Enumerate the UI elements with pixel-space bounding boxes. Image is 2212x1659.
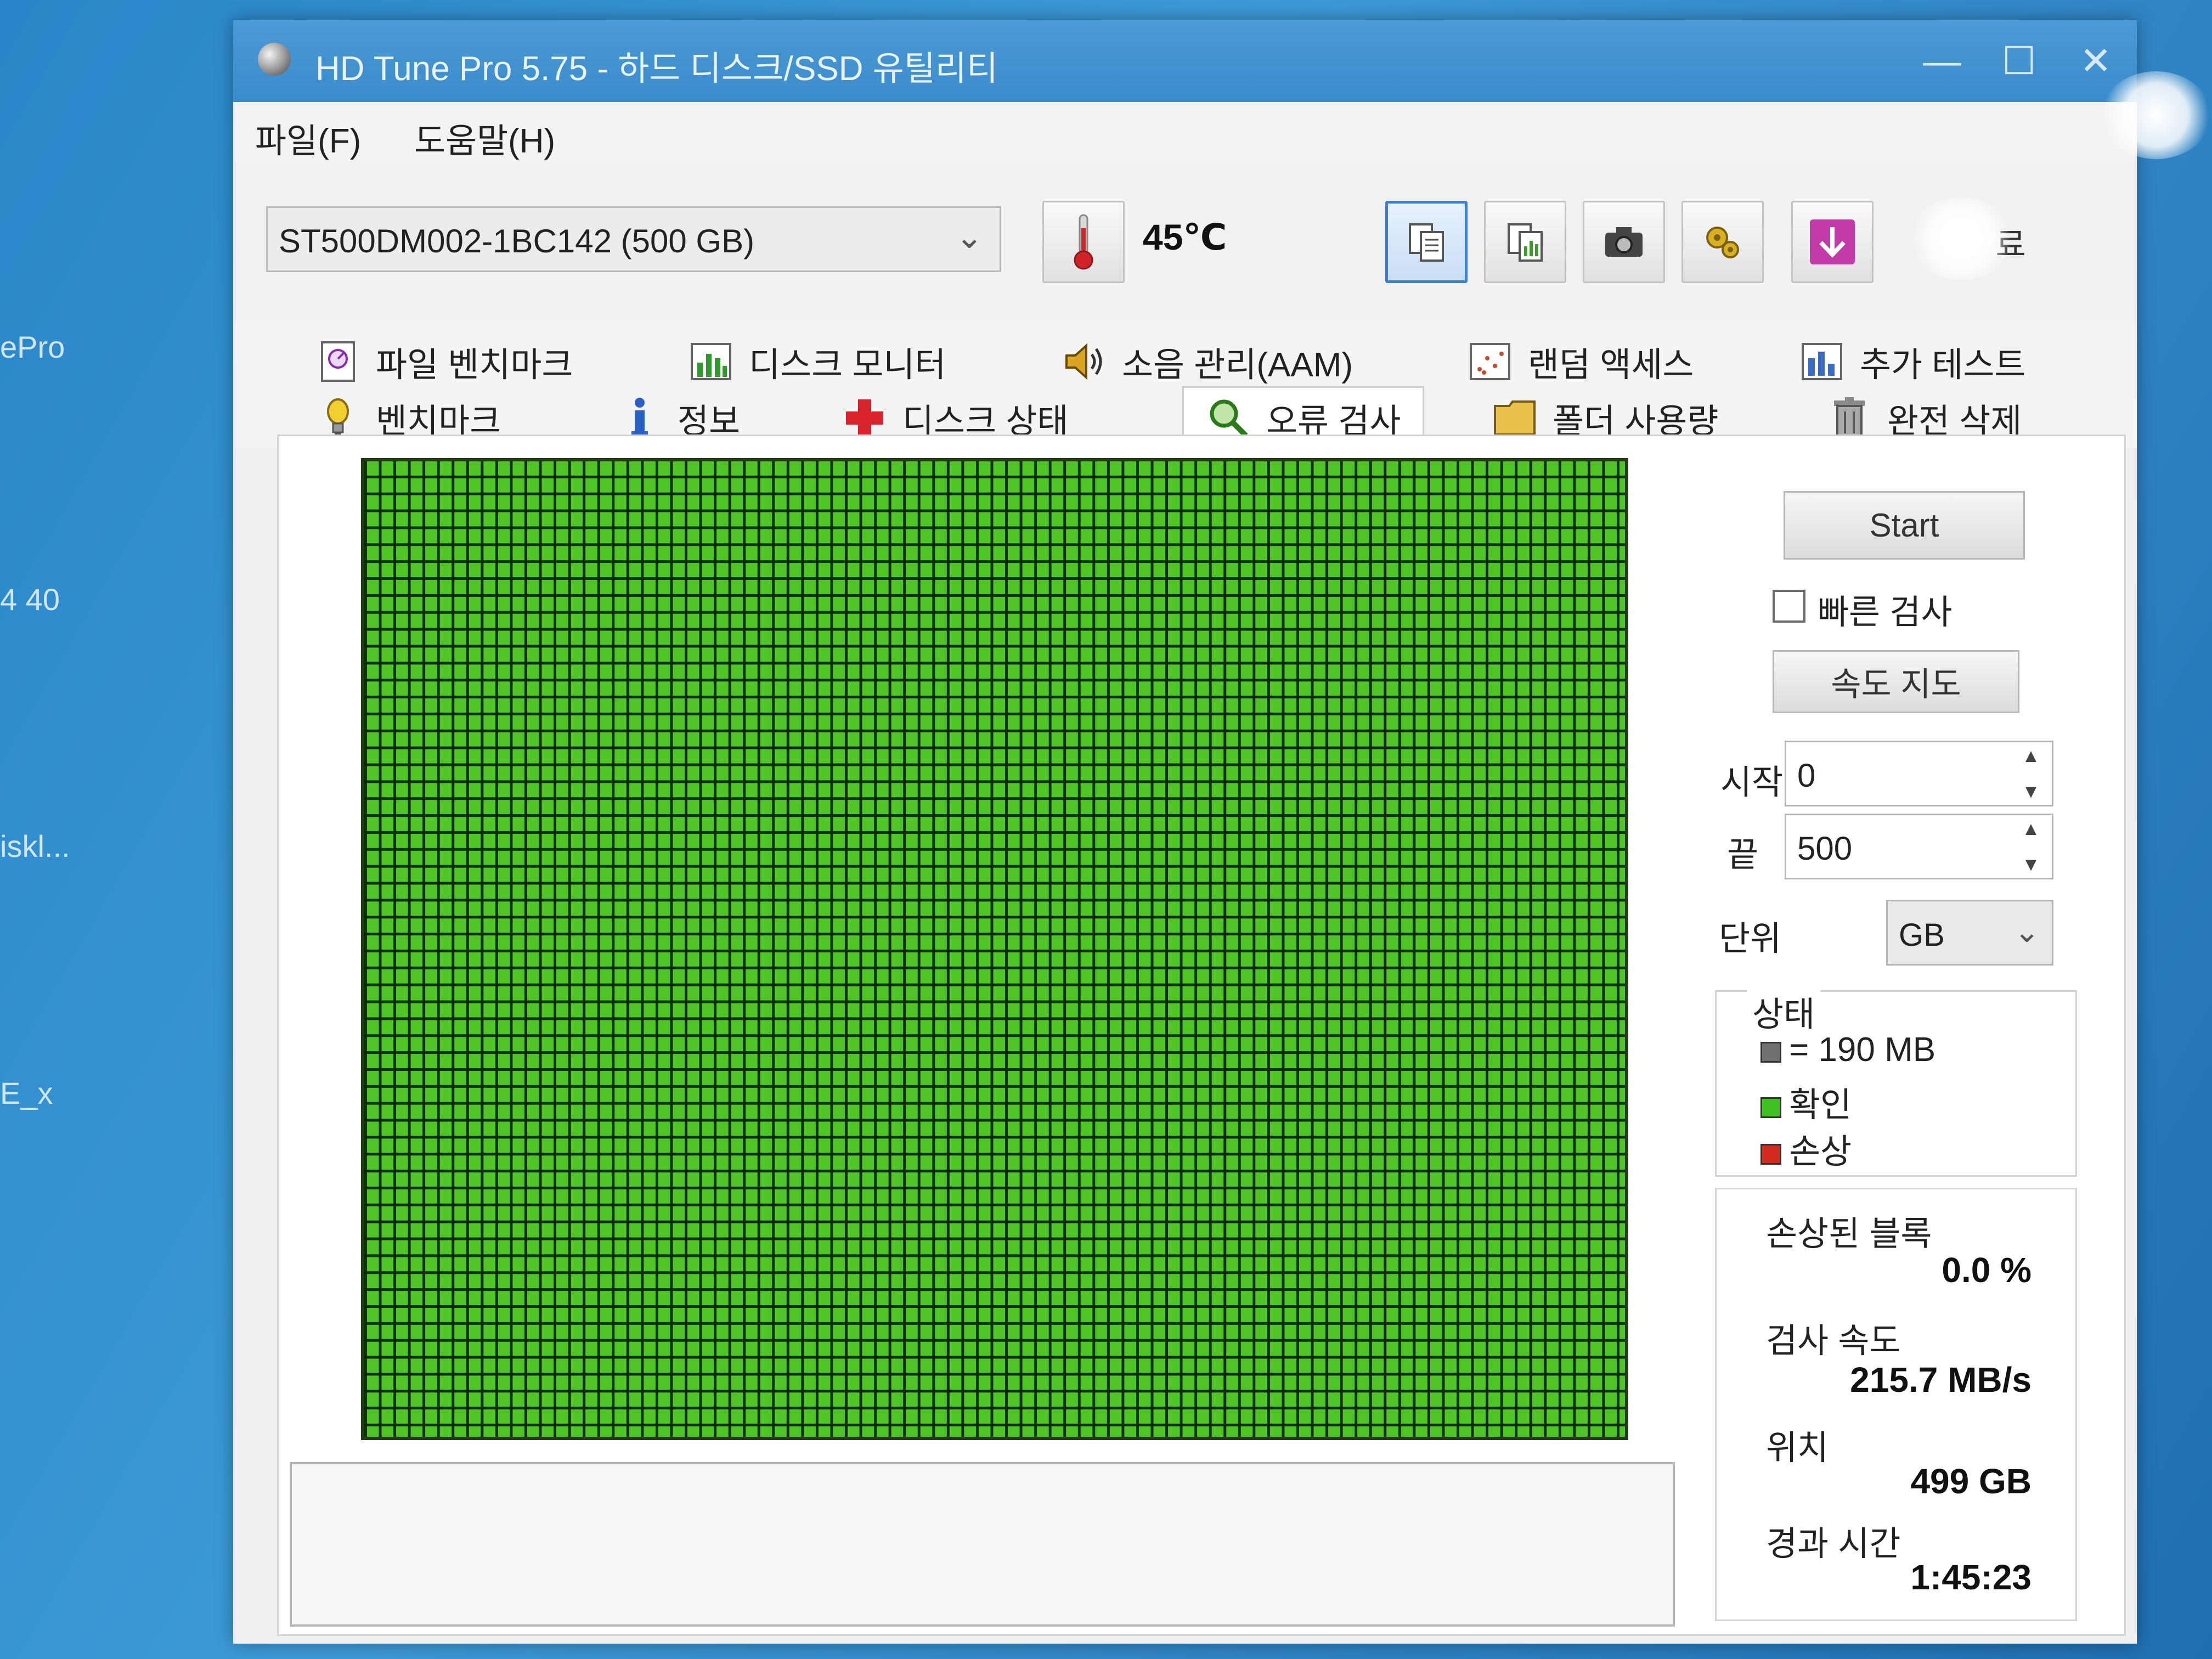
start-value: 0 (1797, 757, 1816, 794)
tab-random-access[interactable]: 랜덤 액세스 (1468, 335, 1694, 387)
gears-icon (1706, 227, 1739, 258)
speed-map-button[interactable]: 속도 지도 (1773, 650, 2019, 713)
copy-text-button[interactable] (1385, 201, 1468, 283)
tab-disk-monitor[interactable]: 디스크 모니터 (689, 335, 946, 387)
end-input[interactable]: 500 ▲ ▼ (1785, 814, 2053, 879)
scan-log-box (290, 1462, 1675, 1627)
trash-icon (1827, 396, 1872, 441)
app-window: HD Tune Pro 5.75 - 하드 디스크/SSD 유틸리티 — ☐ ✕… (233, 20, 2137, 1644)
copy-image-button[interactable] (1484, 201, 1566, 283)
legend-label: 손상 (1789, 1133, 1852, 1171)
scan-speed-value: 215.7 MB/s (1850, 1360, 2032, 1400)
tab-label: 파일 벤치마크 (376, 346, 573, 384)
desktop-icon-label[interactable]: E_x (0, 1075, 53, 1111)
damaged-blocks-value: 0.0 % (1942, 1250, 2032, 1290)
temperature-value: 45℃ (1143, 217, 1227, 257)
toolbar: ST500DM002-1BC142 (500 GB) ⌄ 45℃ (233, 162, 2137, 324)
tab-extra-tests[interactable]: 추가 테스트 (1799, 335, 2025, 387)
screenshot-button[interactable] (1583, 201, 1665, 283)
start-label: 시작 (1720, 764, 1784, 802)
random-access-icon (1468, 339, 1513, 384)
lightbulb-icon (315, 396, 360, 441)
quick-scan-checkbox[interactable] (1773, 590, 1805, 623)
temperature-icon (1042, 201, 1125, 283)
copy-chart-icon (1508, 223, 1543, 262)
tab-label: 랜덤 액세스 (1528, 346, 1694, 384)
block-map (361, 458, 1628, 1440)
legend-item-block-size: = 190 MB (1760, 1030, 1936, 1069)
tab-label: 디스크 모니터 (749, 346, 946, 384)
spin-up-icon[interactable]: ▲ (2022, 746, 2040, 767)
tab-label: 소음 관리(AAM) (1122, 346, 1353, 384)
file-benchmark-icon (315, 339, 360, 384)
camera-icon (1605, 227, 1643, 257)
unit-value: GB (1899, 917, 1945, 953)
legend-item-damaged: 손상 (1760, 1124, 1852, 1173)
elapsed-time-value: 1:45:23 (1910, 1558, 2032, 1597)
title-bar[interactable]: HD Tune Pro 5.75 - 하드 디스크/SSD 유틸리티 — ☐ ✕ (233, 20, 2137, 102)
spin-down-icon[interactable]: ▼ (2022, 854, 2040, 876)
end-label: 끝 (1727, 836, 1759, 874)
desktop-icon-label[interactable]: ePro (0, 329, 65, 365)
start-input[interactable]: 0 ▲ ▼ (1785, 741, 2053, 806)
unit-label: 단위 (1719, 920, 1782, 958)
stats-group: 손상된 블록 0.0 % 검사 속도 215.7 MB/s 위치 499 GB … (1715, 1188, 2077, 1621)
extra-tests-icon (1799, 339, 1844, 384)
window-title: HD Tune Pro 5.75 - 하드 디스크/SSD 유틸리티 (315, 50, 998, 88)
legend-label: 확인 (1789, 1086, 1852, 1124)
tab-file-benchmark[interactable]: 파일 벤치마크 (315, 335, 573, 387)
menu-help[interactable]: 도움말(H) (414, 113, 555, 162)
position-label: 위치 (1766, 1429, 1829, 1467)
legend-item-ok: 확인 (1760, 1077, 1852, 1126)
red-cross-icon (842, 396, 887, 441)
save-button[interactable] (1791, 201, 1874, 283)
desktop-icon-label[interactable]: iskl... (0, 828, 70, 864)
quick-scan-label: 빠른 검사 (1818, 594, 1953, 631)
maximize-button[interactable]: ☐ (1989, 36, 2049, 86)
copy-icon (1409, 223, 1444, 262)
spin-up-icon[interactable]: ▲ (2022, 819, 2040, 840)
menu-file[interactable]: 파일(F) (255, 113, 361, 162)
download-arrow-icon (1810, 219, 1855, 264)
end-value: 500 (1797, 830, 1853, 867)
drive-select-value: ST500DM002-1BC142 (500 GB) (279, 223, 755, 259)
tab-label: 추가 테스트 (1860, 346, 2026, 384)
scan-speed-label: 검사 속도 (1766, 1322, 1901, 1360)
error-scan-panel: Start 빠른 검사 속도 지도 시작 0 ▲ ▼ 끝 500 ▲ ▼ 단위 GB… (277, 435, 2126, 1636)
position-value: 499 GB (1910, 1462, 2032, 1501)
folder-icon (1492, 396, 1537, 441)
disk-monitor-icon (689, 339, 733, 384)
tab-aam[interactable]: 소음 관리(AAM) (1062, 335, 1353, 387)
tab-bar: 파일 벤치마크 디스크 모니터 소음 관리(AAM) 랜덤 액세스 추가 테스트 (233, 321, 2137, 448)
spin-down-icon[interactable]: ▼ (2022, 781, 2040, 803)
magnifier-icon (1206, 396, 1251, 441)
gray-swatch-icon (1760, 1041, 1781, 1063)
drive-select[interactable]: ST500DM002-1BC142 (500 GB) ⌄ (266, 206, 1001, 272)
speaker-icon (1062, 339, 1107, 384)
info-icon (617, 396, 662, 441)
hdtune-app-icon (258, 43, 291, 76)
menu-bar: 파일(F) 도움말(H) (233, 102, 2137, 162)
legend-title: 상태 (1747, 986, 1821, 1036)
screen-glare (1909, 198, 2013, 280)
chevron-down-icon: ⌄ (2014, 914, 2040, 949)
close-button[interactable]: ✕ (2066, 36, 2126, 86)
start-button[interactable]: Start (1784, 491, 2025, 560)
minimize-button[interactable]: — (1912, 36, 1972, 86)
elapsed-time-label: 경과 시간 (1766, 1525, 1901, 1563)
status-legend-group: 상태 = 190 MB 확인 손상 (1715, 986, 2077, 1177)
chevron-down-icon: ⌄ (955, 218, 983, 255)
legend-label: = 190 MB (1789, 1031, 1936, 1069)
green-swatch-icon (1760, 1097, 1781, 1118)
unit-select[interactable]: GB ⌄ (1886, 900, 2053, 966)
options-button[interactable] (1681, 201, 1764, 283)
screen-glare (2101, 71, 2211, 159)
damaged-blocks-label: 손상된 블록 (1766, 1215, 1932, 1253)
desktop-icon-label[interactable]: 4 40 (0, 582, 60, 617)
red-swatch-icon (1760, 1143, 1781, 1165)
